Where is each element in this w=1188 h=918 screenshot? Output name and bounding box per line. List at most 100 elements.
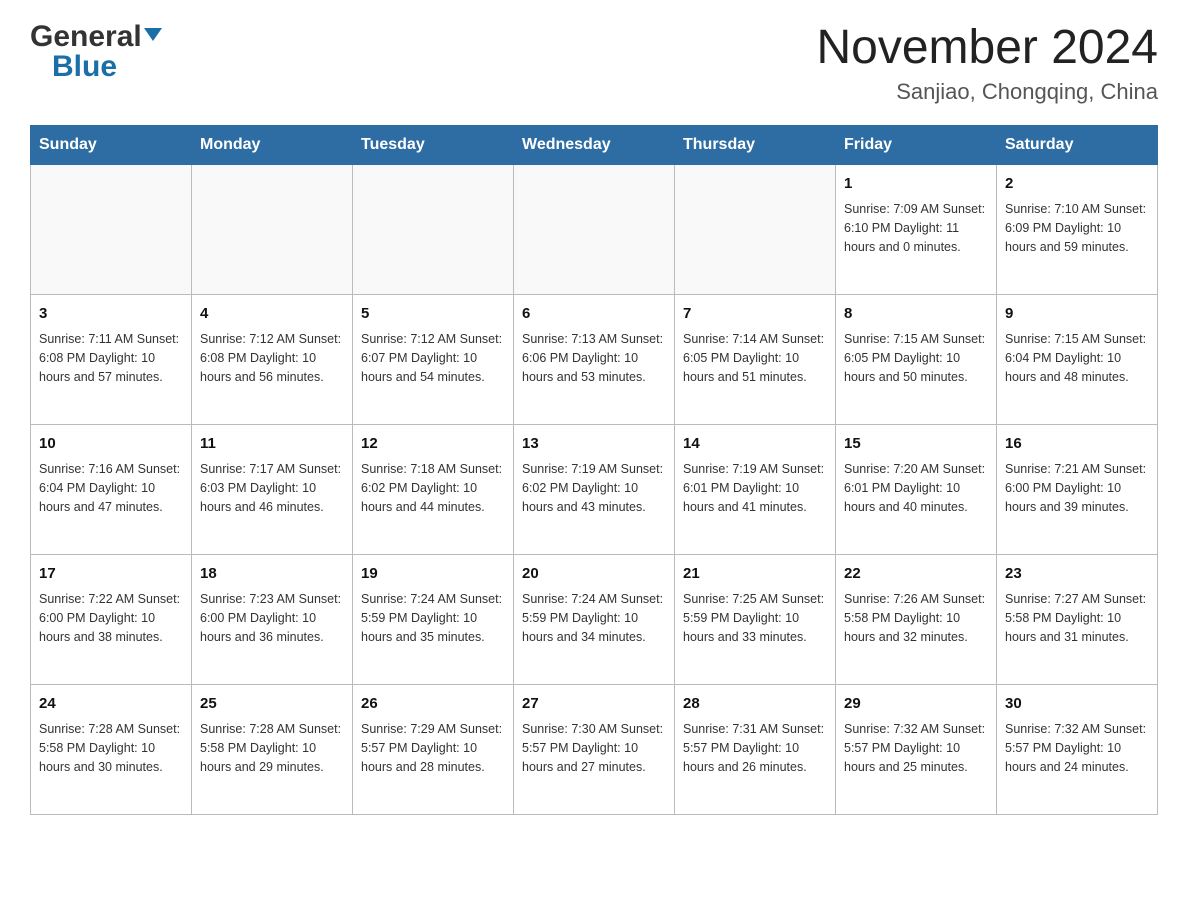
page-header: General Blue November 2024 Sanjiao, Chon…	[30, 20, 1158, 105]
day-info: Sunrise: 7:24 AM Sunset: 5:59 PM Dayligh…	[361, 590, 505, 648]
day-number: 13	[522, 433, 666, 456]
day-info: Sunrise: 7:28 AM Sunset: 5:58 PM Dayligh…	[39, 720, 183, 778]
calendar-cell: 28 Sunrise: 7:31 AM Sunset: 5:57 PM Dayli…	[675, 685, 836, 815]
week-row-1: 1 Sunrise: 7:09 AM Sunset: 6:10 PM Daylig…	[31, 165, 1158, 295]
week-row-3: 10 Sunrise: 7:16 AM Sunset: 6:04 PM Dayli…	[31, 425, 1158, 555]
day-info: Sunrise: 7:12 AM Sunset: 6:07 PM Dayligh…	[361, 330, 505, 388]
day-info: Sunrise: 7:16 AM Sunset: 6:04 PM Dayligh…	[39, 460, 183, 518]
day-number: 15	[844, 433, 988, 456]
col-sunday: Sunday	[31, 126, 192, 165]
day-info: Sunrise: 7:32 AM Sunset: 5:57 PM Dayligh…	[844, 720, 988, 778]
calendar-cell	[675, 165, 836, 295]
col-tuesday: Tuesday	[353, 126, 514, 165]
calendar-table: Sunday Monday Tuesday Wednesday Thursday…	[30, 125, 1158, 815]
calendar-cell: 20 Sunrise: 7:24 AM Sunset: 5:59 PM Dayli…	[514, 555, 675, 685]
day-info: Sunrise: 7:28 AM Sunset: 5:58 PM Dayligh…	[200, 720, 344, 778]
col-wednesday: Wednesday	[514, 126, 675, 165]
day-number: 1	[844, 173, 988, 196]
calendar-cell: 15 Sunrise: 7:20 AM Sunset: 6:01 PM Dayli…	[836, 425, 997, 555]
calendar-subtitle: Sanjiao, Chongqing, China	[816, 79, 1158, 105]
calendar-cell: 10 Sunrise: 7:16 AM Sunset: 6:04 PM Dayli…	[31, 425, 192, 555]
calendar-cell: 13 Sunrise: 7:19 AM Sunset: 6:02 PM Dayli…	[514, 425, 675, 555]
logo-blue-text: Blue	[52, 50, 117, 84]
calendar-cell: 6 Sunrise: 7:13 AM Sunset: 6:06 PM Daylig…	[514, 295, 675, 425]
week-row-5: 24 Sunrise: 7:28 AM Sunset: 5:58 PM Dayli…	[31, 685, 1158, 815]
calendar-body: 1 Sunrise: 7:09 AM Sunset: 6:10 PM Daylig…	[31, 165, 1158, 815]
col-friday: Friday	[836, 126, 997, 165]
day-info: Sunrise: 7:15 AM Sunset: 6:04 PM Dayligh…	[1005, 330, 1149, 388]
calendar-cell: 26Sunrise: 7:29 AM Sunset: 5:57 PM Dayli…	[353, 685, 514, 815]
day-info: Sunrise: 7:10 AM Sunset: 6:09 PM Dayligh…	[1005, 200, 1149, 258]
day-info: Sunrise: 7:26 AM Sunset: 5:58 PM Dayligh…	[844, 590, 988, 648]
calendar-cell	[353, 165, 514, 295]
calendar-cell: 3 Sunrise: 7:11 AM Sunset: 6:08 PM Daylig…	[31, 295, 192, 425]
day-info: Sunrise: 7:19 AM Sunset: 6:01 PM Dayligh…	[683, 460, 827, 518]
week-row-2: 3 Sunrise: 7:11 AM Sunset: 6:08 PM Daylig…	[31, 295, 1158, 425]
calendar-cell: 14 Sunrise: 7:19 AM Sunset: 6:01 PM Dayli…	[675, 425, 836, 555]
calendar-cell: 21Sunrise: 7:25 AM Sunset: 5:59 PM Dayli…	[675, 555, 836, 685]
day-number: 22	[844, 563, 988, 586]
logo-general-text: General	[30, 20, 142, 54]
day-number: 19	[361, 563, 505, 586]
day-info: Sunrise: 7:21 AM Sunset: 6:00 PM Dayligh…	[1005, 460, 1149, 518]
calendar-cell: 24 Sunrise: 7:28 AM Sunset: 5:58 PM Dayli…	[31, 685, 192, 815]
calendar-cell: 5Sunrise: 7:12 AM Sunset: 6:07 PM Daylig…	[353, 295, 514, 425]
calendar-cell: 23Sunrise: 7:27 AM Sunset: 5:58 PM Dayli…	[997, 555, 1158, 685]
day-info: Sunrise: 7:31 AM Sunset: 5:57 PM Dayligh…	[683, 720, 827, 778]
day-info: Sunrise: 7:30 AM Sunset: 5:57 PM Dayligh…	[522, 720, 666, 778]
day-info: Sunrise: 7:15 AM Sunset: 6:05 PM Dayligh…	[844, 330, 988, 388]
calendar-cell: 17Sunrise: 7:22 AM Sunset: 6:00 PM Dayli…	[31, 555, 192, 685]
day-info: Sunrise: 7:17 AM Sunset: 6:03 PM Dayligh…	[200, 460, 344, 518]
day-number: 8	[844, 303, 988, 326]
calendar-header-row: Sunday Monday Tuesday Wednesday Thursday…	[31, 126, 1158, 165]
calendar-cell: 8 Sunrise: 7:15 AM Sunset: 6:05 PM Daylig…	[836, 295, 997, 425]
week-row-4: 17Sunrise: 7:22 AM Sunset: 6:00 PM Dayli…	[31, 555, 1158, 685]
day-number: 25	[200, 693, 344, 716]
calendar-cell	[192, 165, 353, 295]
day-number: 16	[1005, 433, 1149, 456]
day-number: 30	[1005, 693, 1149, 716]
day-info: Sunrise: 7:32 AM Sunset: 5:57 PM Dayligh…	[1005, 720, 1149, 778]
day-number: 2	[1005, 173, 1149, 196]
calendar-cell: 11 Sunrise: 7:17 AM Sunset: 6:03 PM Dayli…	[192, 425, 353, 555]
day-number: 27	[522, 693, 666, 716]
day-info: Sunrise: 7:12 AM Sunset: 6:08 PM Dayligh…	[200, 330, 344, 388]
day-info: Sunrise: 7:13 AM Sunset: 6:06 PM Dayligh…	[522, 330, 666, 388]
day-number: 14	[683, 433, 827, 456]
calendar-cell: 29Sunrise: 7:32 AM Sunset: 5:57 PM Dayli…	[836, 685, 997, 815]
calendar-cell: 12 Sunrise: 7:18 AM Sunset: 6:02 PM Dayli…	[353, 425, 514, 555]
logo-arrow-icon	[144, 28, 162, 46]
day-info: Sunrise: 7:24 AM Sunset: 5:59 PM Dayligh…	[522, 590, 666, 648]
day-info: Sunrise: 7:09 AM Sunset: 6:10 PM Dayligh…	[844, 200, 988, 258]
day-info: Sunrise: 7:11 AM Sunset: 6:08 PM Dayligh…	[39, 330, 183, 388]
day-number: 12	[361, 433, 505, 456]
day-info: Sunrise: 7:14 AM Sunset: 6:05 PM Dayligh…	[683, 330, 827, 388]
col-thursday: Thursday	[675, 126, 836, 165]
calendar-cell: 7Sunrise: 7:14 AM Sunset: 6:05 PM Daylig…	[675, 295, 836, 425]
day-number: 6	[522, 303, 666, 326]
day-number: 20	[522, 563, 666, 586]
day-info: Sunrise: 7:23 AM Sunset: 6:00 PM Dayligh…	[200, 590, 344, 648]
calendar-cell: 16 Sunrise: 7:21 AM Sunset: 6:00 PM Dayli…	[997, 425, 1158, 555]
calendar-cell: 30 Sunrise: 7:32 AM Sunset: 5:57 PM Dayli…	[997, 685, 1158, 815]
calendar-cell: 18Sunrise: 7:23 AM Sunset: 6:00 PM Dayli…	[192, 555, 353, 685]
calendar-cell: 22 Sunrise: 7:26 AM Sunset: 5:58 PM Dayli…	[836, 555, 997, 685]
day-info: Sunrise: 7:20 AM Sunset: 6:01 PM Dayligh…	[844, 460, 988, 518]
day-number: 17	[39, 563, 183, 586]
calendar-cell	[514, 165, 675, 295]
day-number: 24	[39, 693, 183, 716]
day-info: Sunrise: 7:25 AM Sunset: 5:59 PM Dayligh…	[683, 590, 827, 648]
col-monday: Monday	[192, 126, 353, 165]
day-info: Sunrise: 7:18 AM Sunset: 6:02 PM Dayligh…	[361, 460, 505, 518]
day-number: 11	[200, 433, 344, 456]
col-saturday: Saturday	[997, 126, 1158, 165]
calendar-cell: 4Sunrise: 7:12 AM Sunset: 6:08 PM Daylig…	[192, 295, 353, 425]
calendar-cell: 19 Sunrise: 7:24 AM Sunset: 5:59 PM Dayli…	[353, 555, 514, 685]
day-info: Sunrise: 7:19 AM Sunset: 6:02 PM Dayligh…	[522, 460, 666, 518]
day-number: 28	[683, 693, 827, 716]
day-number: 10	[39, 433, 183, 456]
calendar-cell: 25 Sunrise: 7:28 AM Sunset: 5:58 PM Dayli…	[192, 685, 353, 815]
calendar-cell: 9 Sunrise: 7:15 AM Sunset: 6:04 PM Daylig…	[997, 295, 1158, 425]
day-number: 3	[39, 303, 183, 326]
day-number: 9	[1005, 303, 1149, 326]
